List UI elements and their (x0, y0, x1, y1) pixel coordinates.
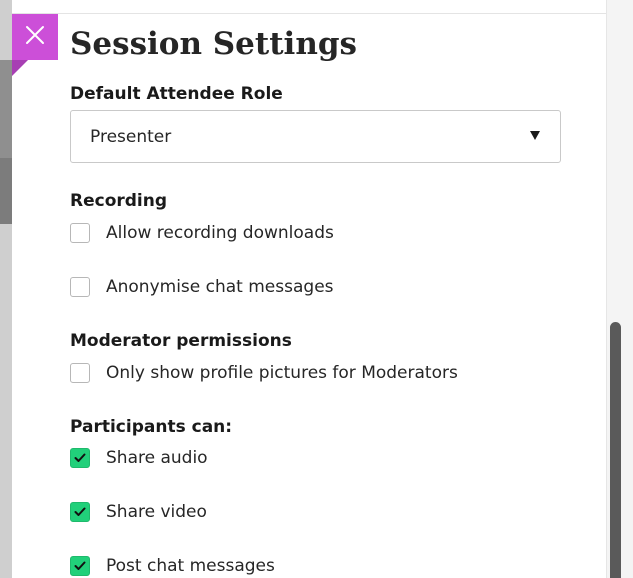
moderator-profile-pictures-checkbox[interactable] (70, 363, 90, 383)
panel-title: Session Settings (70, 26, 357, 62)
share-audio-option[interactable]: Share audio (70, 447, 208, 469)
allow-recording-downloads-option[interactable]: Allow recording downloads (70, 222, 334, 244)
scrollbar-thumb[interactable] (610, 322, 621, 578)
default-attendee-role-label: Default Attendee Role (70, 84, 283, 104)
panel-divider (12, 13, 606, 14)
post-chat-messages-option[interactable]: Post chat messages (70, 555, 275, 577)
anonymise-chat-messages-checkbox[interactable] (70, 277, 90, 297)
background-page (0, 0, 12, 578)
checkbox-label: Anonymise chat messages (106, 277, 334, 297)
post-chat-messages-checkbox[interactable] (70, 556, 90, 576)
checkbox-label: Share audio (106, 448, 208, 468)
select-value: Presenter (90, 127, 172, 147)
checkmark-icon (74, 507, 86, 516)
recording-section-label: Recording (70, 191, 168, 211)
checkbox-label: Post chat messages (106, 556, 275, 576)
anonymise-chat-messages-option[interactable]: Anonymise chat messages (70, 276, 334, 298)
close-button[interactable] (12, 14, 58, 60)
background-band (0, 60, 12, 158)
moderator-permissions-label: Moderator permissions (70, 331, 292, 351)
participants-can-label: Participants can: (70, 417, 233, 437)
checkmark-icon (74, 453, 86, 462)
background-band (0, 158, 12, 224)
share-video-option[interactable]: Share video (70, 501, 207, 523)
checkbox-label: Allow recording downloads (106, 223, 334, 243)
close-button-tab (12, 60, 28, 76)
checkbox-label: Share video (106, 502, 207, 522)
close-icon (25, 25, 45, 49)
allow-recording-downloads-checkbox[interactable] (70, 223, 90, 243)
moderator-profile-pictures-option[interactable]: Only show profile pictures for Moderator… (70, 362, 458, 384)
default-attendee-role-select[interactable]: Presenter (70, 110, 561, 163)
checkmark-icon (74, 561, 86, 570)
caret-down-icon (530, 131, 540, 140)
share-audio-checkbox[interactable] (70, 448, 90, 468)
checkbox-label: Only show profile pictures for Moderator… (106, 363, 458, 383)
share-video-checkbox[interactable] (70, 502, 90, 522)
